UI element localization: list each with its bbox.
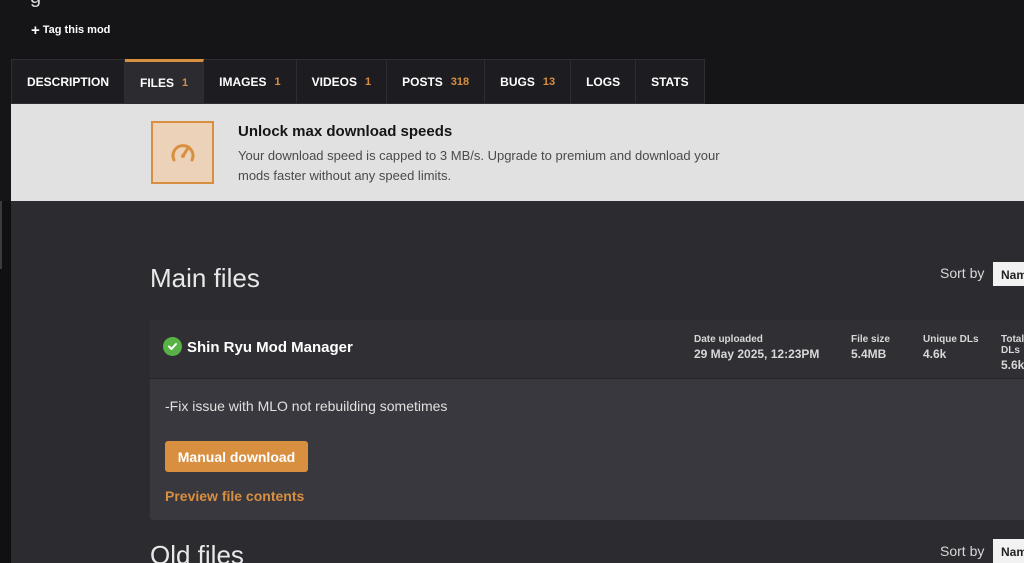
old-files-title: Old files xyxy=(150,540,244,563)
stat-total-dls: Total DLs 5.6k xyxy=(1001,334,1024,372)
preview-file-contents-link[interactable]: Preview file contents xyxy=(165,488,304,504)
stat-value: 29 May 2025, 12:23PM xyxy=(694,347,820,361)
tab-label: VIDEOS xyxy=(311,74,357,89)
tab-count: 1 xyxy=(182,76,189,89)
stat-unique-dls: Unique DLs 4.6k xyxy=(923,334,979,361)
check-circle-icon xyxy=(163,337,182,356)
old-files-sort-label: Sort by xyxy=(940,543,985,559)
stat-date-uploaded: Date uploaded 29 May 2025, 12:23PM xyxy=(694,334,819,361)
tag-link-label: Tag this mod xyxy=(42,24,111,36)
main-files-sort-select[interactable]: Name xyxy=(993,262,1024,286)
tab-logs[interactable]: LOGS xyxy=(571,59,637,104)
old-files-sort-select[interactable]: Name xyxy=(993,539,1024,563)
tab-label: BUGS xyxy=(500,74,535,89)
premium-banner: Unlock max download speeds Your download… xyxy=(11,104,1024,201)
tab-label: IMAGES xyxy=(219,74,267,89)
stat-value: 5.4MB xyxy=(851,347,887,361)
manual-download-button[interactable]: Manual download xyxy=(165,441,308,472)
file-description: -Fix issue with MLO not rebuilding somet… xyxy=(165,398,448,414)
banner-text: Your download speed is capped to 3 MB/s.… xyxy=(238,148,720,183)
main-files-sort-label: Sort by xyxy=(940,265,985,281)
tab-posts[interactable]: POSTS 318 xyxy=(387,59,486,104)
file-card: Shin Ryu Mod Manager Date uploaded 29 Ma… xyxy=(150,320,1024,520)
file-name: Shin Ryu Mod Manager xyxy=(187,339,353,356)
file-header[interactable]: Shin Ryu Mod Manager Date uploaded 29 Ma… xyxy=(150,320,1024,379)
banner-title: Unlock max download speeds xyxy=(238,123,453,140)
tag-this-mod-link[interactable]: + Tag this mod xyxy=(31,21,111,39)
stat-label: Total DLs xyxy=(1001,334,1024,356)
tab-label: STATS xyxy=(651,74,689,89)
mod-title-fragment: g xyxy=(30,0,41,9)
stat-value: 5.6k xyxy=(1001,358,1024,372)
tab-label: FILES xyxy=(140,75,175,90)
tab-label: DESCRIPTION xyxy=(27,74,110,89)
stat-file-size: File size 5.4MB xyxy=(851,334,890,361)
speedometer-icon xyxy=(151,121,214,184)
tab-videos[interactable]: VIDEOS 1 xyxy=(296,59,388,104)
tab-count: 318 xyxy=(450,75,470,88)
stat-label: Date uploaded xyxy=(694,334,763,345)
tab-count: 1 xyxy=(274,75,281,88)
tab-bugs[interactable]: BUGS 13 xyxy=(485,59,572,104)
tab-images[interactable]: IMAGES 1 xyxy=(204,59,297,104)
stat-label: Unique DLs xyxy=(923,334,979,345)
stat-value: 4.6k xyxy=(923,347,947,361)
plus-icon: + xyxy=(31,21,40,39)
main-files-title: Main files xyxy=(150,263,260,293)
tab-label: POSTS xyxy=(402,74,443,89)
left-gutter xyxy=(0,201,11,563)
mod-tabs: DESCRIPTION FILES 1 IMAGES 1 VIDEOS 1 PO… xyxy=(11,59,705,104)
tab-label: LOGS xyxy=(586,74,621,89)
tab-count: 1 xyxy=(364,75,372,88)
page-header: g + Tag this mod DESCRIPTION FILES 1 IMA… xyxy=(0,0,1024,104)
tab-description[interactable]: DESCRIPTION xyxy=(11,59,126,104)
tab-stats[interactable]: STATS xyxy=(636,59,705,104)
stat-label: File size xyxy=(851,334,890,345)
tab-files[interactable]: FILES 1 xyxy=(125,59,205,104)
tab-count: 13 xyxy=(542,75,556,88)
